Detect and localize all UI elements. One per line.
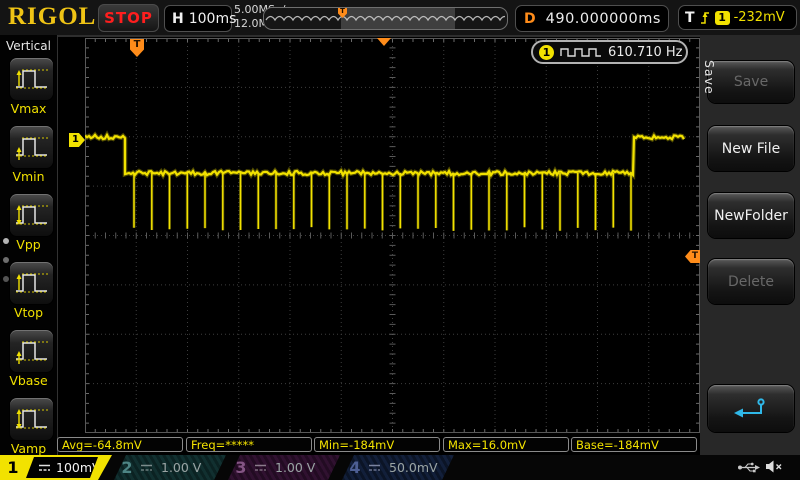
trigger-label: T: [685, 10, 695, 26]
new-folder-button[interactable]: NewFolder: [708, 193, 794, 238]
menu-page-dot: [3, 257, 9, 263]
waveform-display-area: [85, 38, 700, 433]
measurement-min: Min=-184mV: [314, 437, 440, 452]
menu-item-label: Vbase: [0, 373, 57, 388]
menu-item-label: Vmax: [0, 101, 57, 116]
menu-item-vmax[interactable]: [10, 58, 53, 100]
measure-menu-title: Vertical: [0, 39, 57, 53]
vpp-icon: [14, 200, 50, 230]
measurement-avg: Avg=-64.8mV: [57, 437, 183, 452]
menu-item-vmin[interactable]: [10, 126, 53, 168]
channel-2-scale: 1.00 V: [161, 460, 201, 475]
measurement-base: Base=-184mV: [571, 437, 697, 452]
delay-value: 490.000000ms: [546, 11, 661, 27]
back-button[interactable]: [708, 385, 794, 432]
menu-item-label: Vpp: [0, 237, 57, 252]
timebase-value: 100ms: [189, 11, 237, 27]
channel-3-status[interactable]: 3 1.00 V: [228, 455, 340, 480]
channel-4-number: 4: [342, 458, 368, 477]
delete-button[interactable]: Delete: [708, 259, 794, 304]
vbase-icon: [14, 336, 50, 366]
ch1-offset-marker[interactable]: 1: [69, 133, 85, 147]
channel-1-number: 1: [0, 458, 26, 477]
channel-1-status[interactable]: 1 100mV: [0, 455, 112, 480]
channel-1-scale: 100mV: [56, 460, 101, 475]
trigger-source-badge: 1: [715, 11, 730, 25]
frequency-counter-badge: 1 610.710 Hz: [531, 40, 688, 64]
window-center-marker: [377, 38, 391, 46]
save-button[interactable]: Save: [708, 61, 794, 103]
save-soft-menu: Save New File NewFolder Delete: [700, 35, 800, 455]
delay-offset-box[interactable]: D 490.000000ms: [515, 5, 669, 32]
rigol-logo: RIGOL: [8, 3, 96, 31]
dc-coupling-icon: [38, 463, 51, 472]
menu-item-vamp[interactable]: [10, 398, 53, 440]
menu-page-dot: [3, 276, 9, 282]
dc-coupling-icon: [368, 463, 381, 472]
channel-4-status[interactable]: 4 50.0mV: [342, 455, 454, 480]
square-wave-icon: [559, 46, 603, 58]
channel-3-number: 3: [228, 458, 254, 477]
dc-coupling-icon: [140, 463, 153, 472]
menu-item-vbase[interactable]: [10, 330, 53, 372]
menu-item-vpp[interactable]: [10, 194, 53, 236]
vertical-measure-menu: Vertical Vmax Vmin Vpp Vtop Vbase Vamp: [0, 35, 58, 455]
menu-tab-title: Save: [702, 60, 717, 95]
channel-2-number: 2: [114, 458, 140, 477]
vamp-icon: [14, 404, 50, 434]
horizontal-label: H: [165, 11, 189, 27]
channel-3-scale: 1.00 V: [275, 460, 315, 475]
horizontal-timebase-box[interactable]: H 100ms: [164, 5, 232, 32]
usb-icon: [737, 461, 761, 474]
channel-status-bar: 1 100mV 2 1.00 V 3 1.00 V 4 50.0mV: [0, 455, 800, 480]
vmax-icon: [14, 64, 50, 94]
dc-coupling-icon: [254, 463, 267, 472]
menu-item-label: Vtop: [0, 305, 57, 320]
memory-position-preview[interactable]: T: [263, 7, 508, 30]
vmin-icon: [14, 132, 50, 162]
measurement-max: Max=16.0mV: [443, 437, 569, 452]
channel-4-scale: 50.0mV: [389, 460, 438, 475]
trigger-level-value: -232mV: [734, 10, 785, 25]
menu-item-label: Vmin: [0, 169, 57, 184]
delay-label: D: [516, 11, 546, 27]
counter-frequency-value: 610.710 Hz: [608, 45, 683, 60]
trigger-status-box[interactable]: T 1 -232mV: [678, 5, 797, 30]
rising-edge-icon: [699, 10, 711, 26]
menu-item-label: Vamp: [0, 441, 57, 456]
preview-window[interactable]: [341, 8, 455, 29]
channel-2-status[interactable]: 2 1.00 V: [114, 455, 226, 480]
measurement-freq: Freq=*****: [186, 437, 312, 452]
menu-item-vtop[interactable]: [10, 262, 53, 304]
run-stop-status[interactable]: STOP: [98, 4, 159, 32]
vtop-icon: [14, 268, 50, 298]
return-arrow-icon: [730, 396, 772, 422]
new-file-button[interactable]: New File: [708, 126, 794, 171]
top-status-bar: RIGOL STOP H 100ms 5.00MSa/s 12.0M pts T…: [0, 0, 800, 37]
ch1-waveform-trace: [85, 38, 700, 433]
counter-channel-badge: 1: [539, 45, 554, 60]
speaker-muted-icon: [764, 459, 783, 474]
